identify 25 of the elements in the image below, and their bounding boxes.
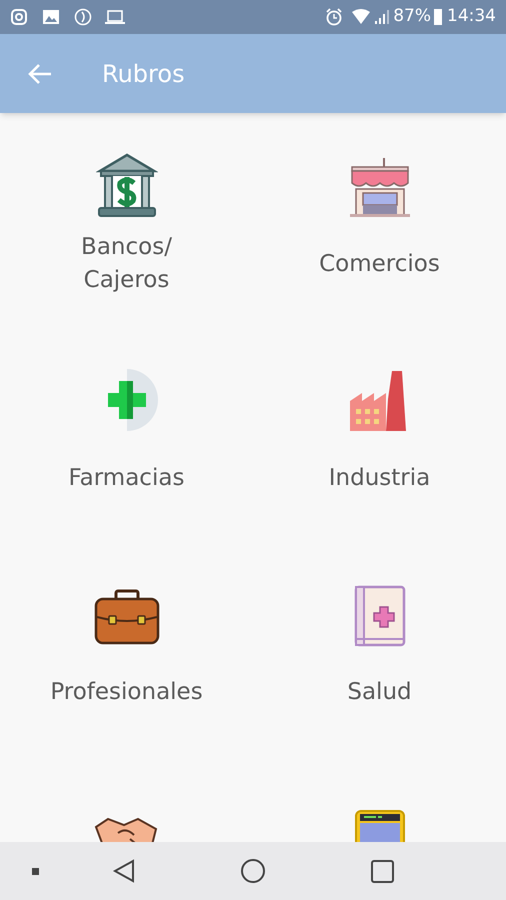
back-arrow-icon bbox=[28, 62, 52, 84]
clock: 14:34 bbox=[447, 5, 496, 28]
moon-icon bbox=[74, 8, 92, 26]
back-nav-icon[interactable] bbox=[112, 859, 136, 883]
briefcase-icon bbox=[94, 589, 160, 647]
camera-icon bbox=[10, 8, 28, 26]
image-icon bbox=[42, 9, 60, 25]
recents-nav-icon[interactable] bbox=[371, 860, 394, 883]
bank-icon bbox=[96, 153, 158, 219]
category-label[interactable]: Farmacias bbox=[68, 462, 184, 494]
alarm-icon bbox=[325, 8, 344, 26]
battery-icon bbox=[433, 8, 443, 26]
category-label[interactable]: Bancos/ Cajeros bbox=[81, 231, 172, 297]
category-label[interactable]: Comercios bbox=[319, 248, 440, 280]
signal-icon bbox=[374, 9, 390, 25]
shop-icon bbox=[348, 157, 412, 219]
category-label[interactable]: Profesionales bbox=[50, 676, 203, 708]
screen-title: Rubros bbox=[102, 58, 185, 90]
wifi-icon bbox=[351, 9, 372, 25]
home-nav-icon[interactable] bbox=[241, 859, 265, 883]
laptop-icon bbox=[104, 9, 126, 25]
category-label[interactable]: Salud bbox=[347, 676, 412, 708]
battery-percent: 87% bbox=[393, 5, 431, 28]
medical-book-icon bbox=[354, 585, 406, 647]
category-label[interactable]: Industria bbox=[328, 462, 430, 494]
